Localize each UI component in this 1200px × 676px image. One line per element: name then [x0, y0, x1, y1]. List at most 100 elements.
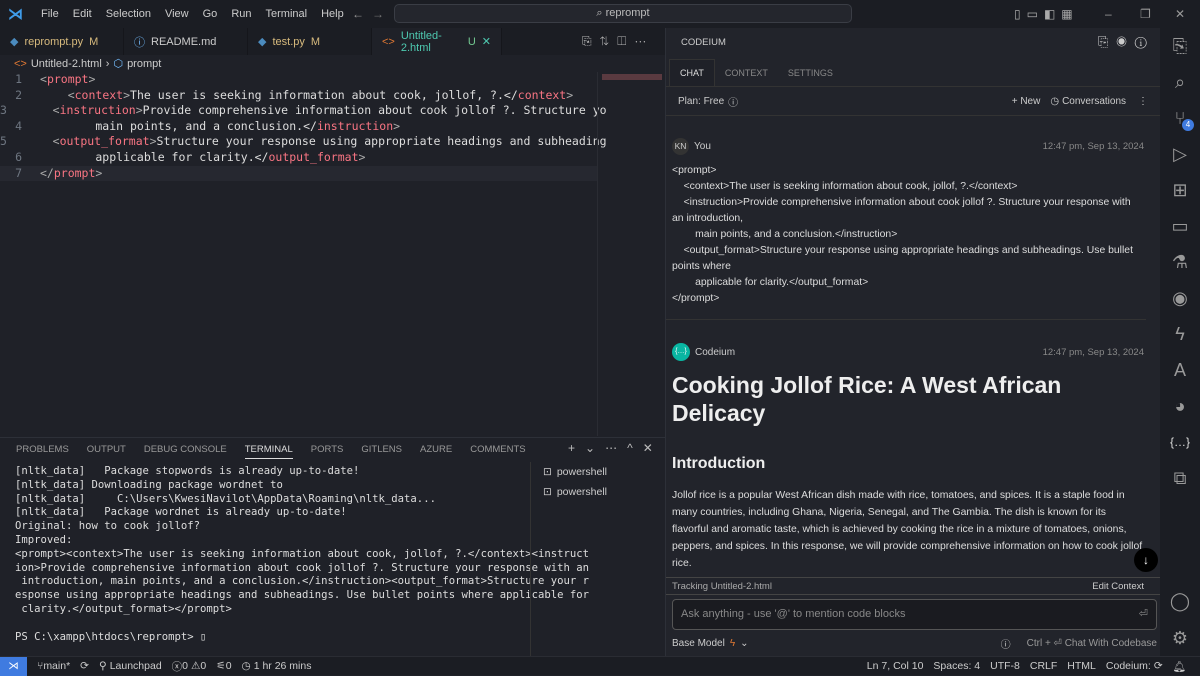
- extensions-icon[interactable]: ⊞: [1160, 172, 1200, 208]
- layout-icons[interactable]: ▯▭◧▦: [1014, 7, 1079, 21]
- tab-untitled-2-html[interactable]: <> Untitled-2.html U ✕: [372, 28, 502, 55]
- scroll-down-button[interactable]: ↓: [1134, 548, 1158, 572]
- info-icon: ⓘ: [134, 36, 145, 49]
- chat-tab-settings[interactable]: SETTINGS: [778, 60, 843, 86]
- restore-button[interactable]: ❐: [1140, 7, 1151, 21]
- tab-readme-md[interactable]: ⓘ README.md: [124, 28, 248, 55]
- gitlens-icon[interactable]: ◉: [1160, 280, 1200, 316]
- panel-tab-debug-console[interactable]: DEBUG CONSOLE: [144, 444, 227, 459]
- info-icon[interactable]: ⓘ: [1001, 636, 1011, 651]
- remote-explorer-icon[interactable]: ▭: [1160, 208, 1200, 244]
- code-editor[interactable]: 1 < prompt >2 < context > The user is seeking …: [0, 72, 607, 182]
- code-line[interactable]: 1 < prompt >: [0, 72, 597, 88]
- azure-icon[interactable]: A: [1160, 352, 1200, 388]
- panel-actions[interactable]: +⌄⋯^✕: [568, 441, 663, 455]
- sync-icon[interactable]: ⟳: [80, 660, 89, 672]
- thunder-icon[interactable]: ϟ: [1160, 316, 1200, 352]
- edit-context-button[interactable]: Edit Context: [1092, 581, 1144, 592]
- bottom-panel: PROBLEMS OUTPUT DEBUG CONSOLE TERMINAL PORTS…: [0, 437, 665, 657]
- panel-header-icons[interactable]: ⎘◉ⓘ: [1098, 34, 1155, 50]
- errors[interactable]: 0: [182, 660, 188, 672]
- back-icon[interactable]: ←: [352, 7, 364, 21]
- explorer-icon[interactable]: ⎘: [1160, 28, 1200, 64]
- ports-icon: ⚟: [216, 660, 226, 672]
- run-debug-icon[interactable]: ▷: [1160, 136, 1200, 172]
- breadcrumb-file[interactable]: Untitled-2.html: [31, 58, 102, 70]
- menu-selection[interactable]: Selection: [106, 8, 151, 20]
- new-chat-button[interactable]: + New: [1012, 96, 1041, 107]
- code-line[interactable]: 6 applicable for clarity.</output_format…: [0, 150, 597, 166]
- panel-tab-azure[interactable]: AZURE: [420, 444, 452, 459]
- ports[interactable]: 0: [226, 660, 232, 672]
- breadcrumb-symbol[interactable]: prompt: [127, 58, 161, 70]
- code-line[interactable]: 2 < context > The user is seeking informati…: [0, 88, 597, 104]
- panel-tab-ports[interactable]: PORTS: [311, 444, 344, 459]
- menu-terminal[interactable]: Terminal: [266, 8, 308, 20]
- warnings[interactable]: 0: [200, 660, 206, 672]
- menu-file[interactable]: File: [41, 8, 59, 20]
- terminal-instance[interactable]: ⊡ powershell: [531, 482, 665, 502]
- indentation[interactable]: Spaces: 4: [933, 660, 980, 672]
- menu-help[interactable]: Help: [321, 8, 344, 20]
- remote-icon[interactable]: ⋊: [0, 656, 27, 676]
- panel-tab-comments[interactable]: COMMENTS: [470, 444, 525, 459]
- forward-icon[interactable]: →: [372, 7, 384, 21]
- codebase-hint[interactable]: Ctrl + ⏎ Chat With Codebase: [1027, 638, 1157, 649]
- tab-label: README.md: [151, 35, 217, 48]
- chat-tab-chat[interactable]: CHAT: [669, 59, 715, 86]
- encoding[interactable]: UTF-8: [990, 660, 1020, 672]
- code-line[interactable]: 5 < output_format > Structure your response…: [0, 134, 607, 150]
- code-token: <: [40, 87, 75, 102]
- panel-tab-output[interactable]: OUTPUT: [87, 444, 126, 459]
- minimize-button[interactable]: –: [1105, 7, 1112, 21]
- codeium-status[interactable]: Codeium:: [1106, 660, 1151, 672]
- more-icon[interactable]: ⋮: [1138, 96, 1148, 107]
- minimap[interactable]: [597, 72, 665, 436]
- code-line[interactable]: 3 < instruction > Provide comprehensive inf…: [0, 103, 607, 119]
- close-icon[interactable]: ✕: [482, 35, 491, 48]
- chat-input[interactable]: Ask anything - use '@' to mention code b…: [672, 599, 1157, 630]
- panel-tab-gitlens[interactable]: GITLENS: [361, 444, 402, 459]
- launchpad[interactable]: Launchpad: [110, 660, 162, 672]
- command-search[interactable]: ⌕ reprompt: [394, 4, 852, 23]
- code-token: >: [566, 87, 574, 102]
- session-time[interactable]: 1 hr 26 mins: [254, 660, 312, 672]
- launchpad-icon: ⚲: [98, 660, 107, 672]
- info-icon[interactable]: ⓘ: [728, 94, 738, 109]
- panel-tab-problems[interactable]: PROBLEMS: [16, 444, 69, 459]
- send-icon[interactable]: ⏎: [1139, 607, 1148, 620]
- panel-tab-terminal[interactable]: TERMINAL: [244, 444, 293, 459]
- chevron-down-icon[interactable]: ⌄: [740, 638, 748, 649]
- terminal-instance[interactable]: ⊡ powershell: [531, 462, 665, 482]
- code-line[interactable]: 7 </prompt >: [0, 165, 597, 182]
- model-selector[interactable]: Base Model: [672, 638, 725, 649]
- source-control-icon[interactable]: ⑂ 4: [1160, 100, 1200, 136]
- conversations-button[interactable]: Conversations: [1062, 96, 1126, 107]
- branch[interactable]: main*: [43, 660, 70, 672]
- cursor-position[interactable]: Ln 7, Col 10: [867, 660, 924, 672]
- editor-actions[interactable]: ⎘⇅◫⋯: [582, 34, 654, 49]
- menu-go[interactable]: Go: [203, 8, 218, 20]
- settings-icon[interactable]: ⚙: [1160, 620, 1200, 656]
- user-message: KN You 12:47 pm, Sep 13, 2024 <prompt> <…: [672, 138, 1144, 307]
- menu-edit[interactable]: Edit: [73, 8, 92, 20]
- testing-icon[interactable]: ⚗: [1160, 244, 1200, 280]
- menu-view[interactable]: View: [165, 8, 189, 20]
- close-button[interactable]: ✕: [1175, 7, 1185, 21]
- terminal-output[interactable]: [nltk_data] Package stopwords is already…: [15, 465, 589, 644]
- language-mode[interactable]: HTML: [1067, 660, 1096, 672]
- chat-tab-context[interactable]: CONTEXT: [715, 60, 778, 86]
- tab-test-py[interactable]: ◆ test.py M: [248, 28, 372, 55]
- line-ending[interactable]: CRLF: [1030, 660, 1057, 672]
- github-icon[interactable]: ◕: [1160, 388, 1200, 424]
- account-icon[interactable]: ◯: [1160, 583, 1200, 619]
- html-icon: <>: [14, 57, 27, 70]
- response-paragraph: Jollof rice is a popular West African di…: [672, 490, 1143, 569]
- search-icon[interactable]: ⌕: [1160, 64, 1200, 100]
- codeium-icon[interactable]: {…}: [1160, 424, 1200, 460]
- menu-run[interactable]: Run: [231, 8, 251, 20]
- tab-reprompt-py[interactable]: ◆ reprompt.py M: [0, 28, 124, 55]
- code-line[interactable]: 4 main points, and a conclusion.</instru…: [0, 119, 597, 135]
- diagram-icon[interactable]: ⧉: [1160, 460, 1200, 496]
- bell-icon[interactable]: 🔔︎: [1173, 660, 1186, 673]
